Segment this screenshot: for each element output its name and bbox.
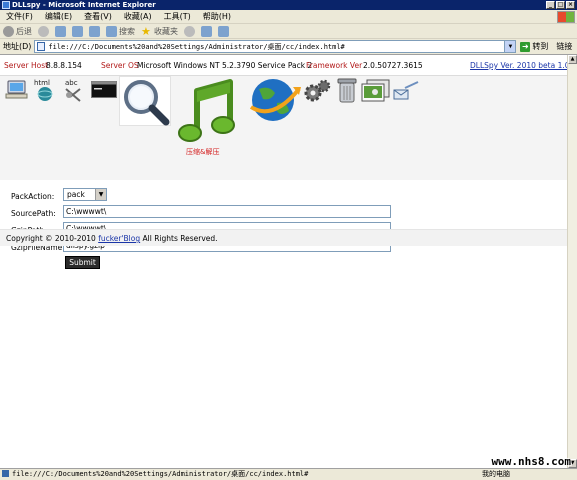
server-host-label: Server Host xyxy=(4,61,49,70)
go-label: 转到 xyxy=(532,42,549,51)
browser-toolbar: 后退 搜索 ★ 收藏夹 xyxy=(0,24,577,39)
ie-icon xyxy=(2,1,10,9)
print-button[interactable] xyxy=(218,25,229,37)
photos-icon[interactable] xyxy=(361,79,391,103)
refresh-icon xyxy=(72,25,83,37)
html-icon[interactable]: html xyxy=(32,77,56,103)
back-arrow-icon xyxy=(3,25,14,37)
page-icon xyxy=(37,42,46,51)
search-button[interactable]: 搜索 xyxy=(106,25,135,37)
back-label: 后退 xyxy=(16,26,32,36)
server-host-value: 8.8.8.154 xyxy=(46,61,82,70)
menu-file[interactable]: 文件(F) xyxy=(0,11,39,22)
refresh-button[interactable] xyxy=(72,25,83,37)
menu-favorites[interactable]: 收藏(A) xyxy=(118,11,158,22)
status-url: file:///C:/Documents%20and%20Settings/Ad… xyxy=(2,469,308,480)
menu-edit[interactable]: 编辑(E) xyxy=(39,11,78,22)
go-button[interactable]: ➜ 转到 xyxy=(520,41,548,52)
submit-row: Submit xyxy=(0,256,567,274)
maximize-button[interactable]: □ xyxy=(556,1,565,9)
pack-action-select[interactable]: pack ▼ xyxy=(63,188,107,201)
submit-button[interactable]: Submit xyxy=(65,256,100,269)
links-button[interactable]: 链接 xyxy=(556,41,572,52)
minimize-button[interactable]: _ xyxy=(546,1,555,9)
forward-button[interactable] xyxy=(38,25,49,37)
back-button[interactable]: 后退 xyxy=(3,25,32,37)
forward-arrow-icon xyxy=(38,25,49,37)
window-controls: _ □ × xyxy=(546,1,575,9)
framework-label: Framework Ver xyxy=(306,61,363,70)
vertical-scrollbar[interactable]: ▲ ▼ xyxy=(567,55,577,468)
abc-icon[interactable]: abc xyxy=(62,77,86,103)
history-icon xyxy=(184,25,195,37)
rights-text: All Rights Reserved. xyxy=(142,234,218,243)
mail-toolbar-icon xyxy=(201,25,212,37)
security-zone: 我的电脑 xyxy=(482,470,510,478)
address-input[interactable]: file:///C:/Documents%20and%20Settings/Ad… xyxy=(34,40,517,53)
menu-bar: 文件(F) 编辑(E) 查看(V) 收藏(A) 工具(T) 帮助(H) xyxy=(0,10,577,24)
page-content: Server Host 8.8.8.154 Server OS Microsof… xyxy=(0,55,570,468)
address-bar: 地址(D) file:///C:/Documents%20and%20Setti… xyxy=(0,39,577,55)
server-os-label: Server OS xyxy=(101,61,139,70)
blog-link[interactable]: fucker'Blog xyxy=(98,234,140,243)
home-button[interactable] xyxy=(89,25,100,37)
mail-icon[interactable] xyxy=(393,81,419,101)
compress-caption: 压缩&解压 xyxy=(186,148,220,156)
magnifier-icon[interactable] xyxy=(121,77,171,127)
computer-icon[interactable] xyxy=(5,79,29,101)
chevron-down-icon: ▼ xyxy=(95,189,106,200)
windows-logo-icon xyxy=(557,10,575,23)
favorites-label: 收藏夹 xyxy=(154,26,178,36)
status-bar: file:///C:/Documents%20and%20Settings/Ad… xyxy=(0,468,577,480)
search-label: 搜索 xyxy=(119,26,135,36)
scroll-up-button[interactable]: ▲ xyxy=(568,55,577,64)
window-titlebar: DLLspy - Microsoft Internet Explorer _ □… xyxy=(0,0,577,10)
server-info-bar: Server Host 8.8.8.154 Server OS Microsof… xyxy=(0,55,570,76)
pack-action-value: pack xyxy=(67,190,85,199)
framework-value: 2.0.50727.3615 xyxy=(363,61,423,70)
close-button[interactable]: × xyxy=(566,1,575,9)
pack-form: PackAction: pack ▼ SourcePath: C:\wwwwt\… xyxy=(0,180,567,269)
tool-icon-row: html abc 压缩&解压 xyxy=(0,76,567,180)
go-arrow-icon: ➜ xyxy=(520,41,531,52)
console-icon[interactable] xyxy=(91,81,117,98)
gears-icon[interactable] xyxy=(303,79,331,103)
site-watermark: www.nhs8.com xyxy=(491,455,571,468)
window-title: DLLspy - Microsoft Internet Explorer xyxy=(12,1,156,9)
abc-icon-text: abc xyxy=(65,79,78,87)
menu-help[interactable]: 帮助(H) xyxy=(197,11,237,22)
print-icon xyxy=(218,25,229,37)
stop-icon xyxy=(55,25,66,37)
source-path-input[interactable]: C:\wwwwt\ xyxy=(63,205,391,218)
server-os-value: Microsoft Windows NT 5.2.3790 Service Pa… xyxy=(137,61,313,70)
pack-action-row: PackAction: pack ▼ xyxy=(0,188,567,206)
star-icon: ★ xyxy=(141,24,151,38)
source-path-row: SourcePath: C:\wwwwt\ xyxy=(0,205,567,223)
music-note-icon[interactable] xyxy=(178,77,238,147)
trash-icon[interactable] xyxy=(337,77,357,103)
mail-button[interactable] xyxy=(201,25,212,37)
favorites-button[interactable]: ★ 收藏夹 xyxy=(141,26,178,37)
history-button[interactable] xyxy=(184,25,195,37)
copyright-text: Copyright © 2010-2010 xyxy=(6,234,96,243)
version-link[interactable]: DLLSpy Ver. 2010 beta 1.0 xyxy=(470,61,570,70)
menu-tools[interactable]: 工具(T) xyxy=(158,11,197,22)
page-footer: Copyright © 2010-2010 fucker'Blog All Ri… xyxy=(0,229,567,246)
address-label: 地址(D) xyxy=(3,42,32,51)
stop-button[interactable] xyxy=(55,25,66,37)
pack-action-label: PackAction: xyxy=(11,192,55,201)
home-icon xyxy=(89,25,100,37)
source-path-label: SourcePath: xyxy=(11,209,56,218)
html-icon-text: html xyxy=(34,79,50,87)
search-icon xyxy=(106,25,117,37)
globe-icon[interactable] xyxy=(249,77,301,125)
menu-view[interactable]: 查看(V) xyxy=(78,11,118,22)
address-url: file:///C:/Documents%20and%20Settings/Ad… xyxy=(48,42,345,51)
address-dropdown-button[interactable]: ▼ xyxy=(504,41,516,52)
